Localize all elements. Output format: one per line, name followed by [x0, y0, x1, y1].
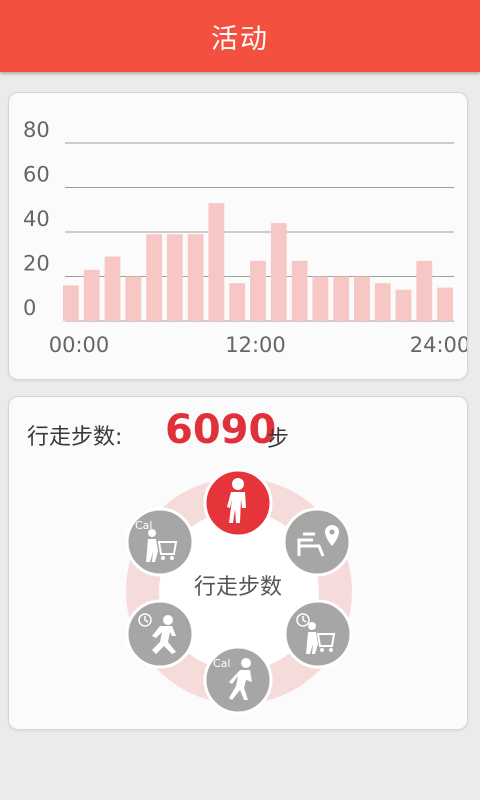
chart-bar	[125, 276, 142, 321]
walking-calories-button[interactable]: Cal	[203, 645, 273, 715]
page-title: 活动	[211, 23, 269, 55]
chart-bar	[250, 260, 266, 321]
app-header: 活动	[0, 0, 480, 72]
walking-steps-button[interactable]	[203, 468, 273, 538]
x-tick-label: 12:00	[225, 333, 286, 357]
chart-bar	[312, 276, 329, 321]
chart-bar	[354, 276, 370, 321]
chart-bar	[166, 234, 183, 321]
route-location-button[interactable]	[282, 507, 352, 577]
activity-chart-card: 80 60 40 20 0 00:00 12:00 24:00	[8, 92, 470, 380]
chart-bar	[187, 234, 204, 321]
y-tick-label: 40	[23, 207, 50, 231]
chart-bar	[374, 283, 391, 321]
chart-bar	[437, 287, 453, 321]
y-tick-label: 60	[23, 163, 50, 187]
shopping-calories-button[interactable]: Cal	[125, 507, 195, 577]
y-tick-label: 80	[23, 118, 50, 142]
chart-bar	[416, 260, 433, 321]
x-tick-label: 24:00	[410, 333, 467, 357]
chart-bar	[208, 203, 225, 321]
chart-bar	[270, 223, 287, 321]
chart-bar	[104, 256, 121, 321]
steps-card: 行走步数: 6090 步 Cal Cal 行走步数	[8, 396, 468, 730]
center-label: 行走步数	[193, 575, 282, 600]
calories-icon-label: Cal	[213, 657, 230, 670]
y-tick-label: 20	[23, 252, 50, 276]
activity-bar-chart: 80 60 40 20 0 00:00 12:00 24:00	[23, 118, 470, 357]
y-tick-label: 0	[23, 296, 36, 320]
chart-bar	[83, 269, 100, 321]
shopping-time-button[interactable]	[283, 599, 353, 669]
chart-bar	[146, 234, 162, 321]
running-time-button[interactable]	[125, 599, 195, 669]
chart-bar	[333, 276, 350, 321]
x-tick-label: 00:00	[49, 333, 110, 357]
chart-bar	[395, 289, 412, 321]
chart-bar	[63, 285, 79, 321]
chart-bar	[291, 260, 308, 321]
activity-selector-ring: Cal Cal	[125, 468, 353, 715]
chart-bar	[229, 283, 246, 321]
